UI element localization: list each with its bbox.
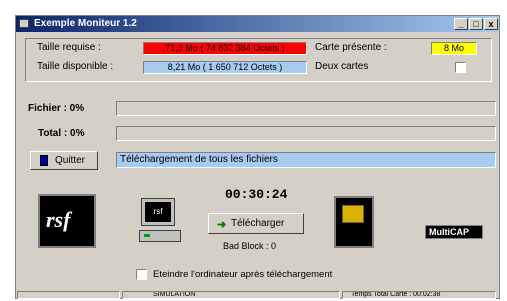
maximize-button[interactable]: □ — [469, 18, 483, 30]
bad-block-label: Bad Block : 0 — [223, 241, 277, 251]
available-size-field: 8,21 Mo ( 1 650 712 Octets ) — [143, 61, 307, 74]
download-button-label: Télécharger — [231, 218, 285, 229]
required-size-field: 71,3 Mo ( 74 832 384 Octets ) — [143, 42, 307, 55]
rsf-logo: rsf — [38, 194, 96, 248]
total-progress-bar — [116, 126, 496, 141]
file-progress-bar — [116, 101, 496, 116]
two-cards-label: Deux cartes — [315, 61, 369, 72]
computer-icon: rsf — [139, 196, 181, 250]
total-progress-label: Total : 0% — [38, 128, 85, 139]
status-message: Téléchargement de tous les fichiers — [116, 152, 496, 168]
card-chip — [342, 205, 364, 223]
status-bar: SIMULATION Temps Total Carte : 00:02:38 — [16, 291, 499, 299]
two-cards-checkbox[interactable] — [455, 62, 466, 73]
size-info-panel: Taille requise : 71,3 Mo ( 74 832 384 Oc… — [25, 38, 492, 82]
download-button[interactable]: ➜ Télécharger — [208, 213, 304, 234]
available-size-label: Taille disponible : — [37, 61, 114, 72]
required-size-label: Taille requise : — [37, 42, 101, 53]
status-bar-total-time: Temps Total Carte : 00:02:38 — [342, 291, 496, 299]
shutdown-checkbox[interactable] — [136, 269, 147, 280]
card-present-label: Carte présente : — [315, 42, 387, 53]
arrow-right-icon: ➜ — [217, 219, 227, 231]
door-icon — [40, 155, 48, 166]
status-bar-panel-left — [17, 291, 120, 299]
file-progress-label: Fichier : 0% — [28, 103, 85, 114]
minimize-button[interactable]: _ — [454, 18, 468, 30]
shutdown-label: Eteindre l'ordinateur après téléchargeme… — [153, 269, 333, 280]
app-icon — [19, 19, 29, 28]
quit-button[interactable]: Quitter — [30, 151, 98, 170]
multicap-logo: MultiCAP — [425, 225, 483, 239]
main-window: Exemple Moniteur 1.2 _ □ x Taille requis… — [15, 15, 500, 299]
quit-button-label: Quitter — [55, 155, 86, 166]
status-bar-mode: SIMULATION — [122, 291, 340, 299]
title-bar: Exemple Moniteur 1.2 _ □ x — [16, 16, 499, 32]
elapsed-timer: 00:30:24 — [225, 187, 288, 202]
close-button[interactable]: x — [484, 18, 498, 30]
card-present-field: 8 Mo — [431, 42, 477, 55]
memory-card-icon — [334, 196, 374, 248]
window-title: Exemple Moniteur 1.2 — [34, 18, 137, 29]
